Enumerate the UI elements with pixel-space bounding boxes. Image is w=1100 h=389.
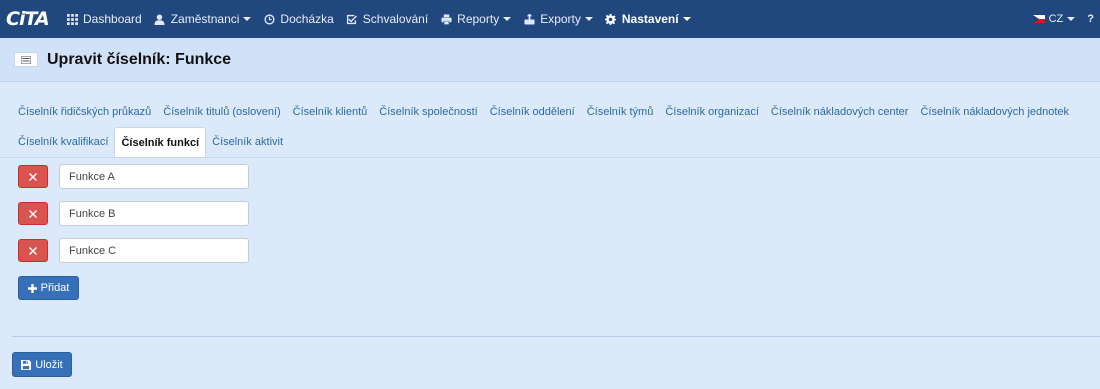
nav-label: Exporty: [540, 12, 581, 26]
app-logo[interactable]: CiTA: [0, 0, 60, 38]
page-header: Upravit číselník: Funkce: [0, 38, 1100, 82]
function-name-input[interactable]: [59, 201, 249, 226]
function-name-input[interactable]: [59, 238, 249, 263]
nav-label: Zaměstnanci: [170, 12, 240, 26]
close-icon: [29, 246, 37, 255]
list-item: [18, 201, 249, 226]
tab-nakladova-centra[interactable]: Číselník nákladových center: [765, 97, 915, 127]
close-icon: [29, 209, 37, 218]
nav-item-exporty[interactable]: Exporty: [517, 0, 599, 38]
caret-down-icon: [584, 17, 593, 21]
nav-item-dashboard[interactable]: Dashboard: [60, 0, 148, 38]
list-item: [18, 238, 249, 263]
tab-tituly[interactable]: Číselník titulů (oslovení): [157, 97, 286, 127]
language-label: CZ: [1048, 13, 1064, 25]
delete-button[interactable]: [18, 239, 48, 262]
tab-row-1: Číselník řidičských průkazů Číselník tit…: [12, 97, 1100, 127]
tab-spolecnosti[interactable]: Číselník společností: [373, 97, 483, 127]
czech-flag-icon: [1032, 15, 1045, 23]
plus-icon: [27, 283, 37, 293]
tab-tymy[interactable]: Číselník týmů: [581, 97, 660, 127]
nav-item-dochazka[interactable]: Docházka: [257, 0, 339, 38]
help-button[interactable]: ?: [1083, 13, 1096, 25]
caret-down-icon: [243, 17, 252, 21]
codelist-tabs: Číselník řidičských průkazů Číselník tit…: [12, 97, 1100, 158]
nav-menu: Dashboard Zaměstnanci Docházka Schvalová…: [60, 0, 697, 38]
caret-down-icon: [503, 17, 512, 21]
check-square-icon: [346, 13, 358, 25]
clock-icon: [263, 13, 275, 25]
caret-down-icon: [682, 17, 691, 21]
caret-down-icon: [1067, 17, 1076, 21]
logo-text: CiTA: [6, 8, 50, 30]
form-divider: [12, 336, 1100, 337]
page-title: Upravit číselník: Funkce: [47, 50, 232, 68]
function-list: [18, 164, 249, 275]
floppy-disk-icon: [21, 359, 32, 370]
gear-icon: [605, 13, 617, 25]
tab-klienti[interactable]: Číselník klientů: [287, 97, 374, 127]
tab-divider: [0, 157, 1100, 158]
list-icon: [14, 52, 38, 67]
tab-oddeleni[interactable]: Číselník oddělení: [484, 97, 581, 127]
nav-label: Dashboard: [83, 12, 142, 26]
delete-button[interactable]: [18, 202, 48, 225]
function-name-input[interactable]: [59, 164, 249, 189]
top-navbar: CiTA Dashboard Zaměstnanci Docházka Schv…: [0, 0, 1100, 38]
tab-nakladove-jednotky[interactable]: Číselník nákladových jednotek: [914, 97, 1075, 127]
print-icon: [440, 13, 452, 25]
nav-label: Nastavení: [621, 12, 679, 26]
user-icon: [154, 13, 166, 25]
tab-row-2: Číselník kvalifikací Číselník funkcí Čís…: [12, 127, 1100, 158]
nav-label: Schvalování: [362, 12, 429, 26]
nav-item-reporty[interactable]: Reporty: [434, 0, 517, 38]
language-selector[interactable]: CZ: [1025, 13, 1084, 25]
add-button-label: Přidat: [40, 282, 70, 294]
tab-ridicske-prukazy[interactable]: Číselník řidičských průkazů: [12, 97, 157, 127]
tab-kvalifikace[interactable]: Číselník kvalifikací: [12, 127, 114, 157]
nav-right: CZ ?: [1025, 0, 1096, 38]
nav-item-schvalovani[interactable]: Schvalování: [340, 0, 434, 38]
grid-icon: [66, 13, 78, 25]
close-icon: [29, 172, 37, 181]
save-button[interactable]: Uložit: [12, 352, 72, 377]
nav-item-nastaveni[interactable]: Nastavení: [599, 0, 697, 38]
delete-button[interactable]: [18, 165, 48, 188]
tab-aktivity[interactable]: Číselník aktivit: [206, 127, 289, 157]
nav-label: Reporty: [457, 12, 500, 26]
add-button[interactable]: Přidat: [18, 276, 79, 300]
export-icon: [523, 13, 535, 25]
tab-organizace[interactable]: Číselník organizací: [659, 97, 765, 127]
list-item: [18, 164, 249, 189]
tab-funkce[interactable]: Číselník funkcí: [114, 127, 207, 158]
nav-label: Docházka: [280, 12, 334, 26]
nav-item-zamestnanci[interactable]: Zaměstnanci: [148, 0, 258, 38]
save-button-label: Uložit: [35, 358, 63, 371]
